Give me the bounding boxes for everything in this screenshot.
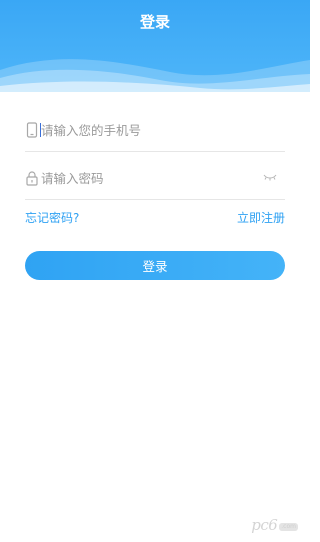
- watermark-logo: pc6: [251, 516, 278, 534]
- register-link[interactable]: 立即注册: [237, 209, 285, 226]
- password-input[interactable]: [41, 167, 261, 189]
- login-button[interactable]: 登录: [25, 251, 285, 280]
- phone-field[interactable]: [25, 108, 285, 152]
- phone-input[interactable]: [41, 119, 261, 141]
- lock-icon: [26, 171, 38, 186]
- header-banner: 登录: [0, 0, 310, 92]
- watermark: pc6 .com: [251, 516, 298, 534]
- page-title: 登录: [139, 13, 170, 31]
- password-field[interactable]: [25, 156, 285, 200]
- phone-icon: [26, 122, 38, 138]
- eye-closed-icon[interactable]: [263, 172, 277, 182]
- forgot-password-link[interactable]: 忘记密码?: [25, 209, 79, 226]
- watermark-domain: .com: [279, 523, 298, 531]
